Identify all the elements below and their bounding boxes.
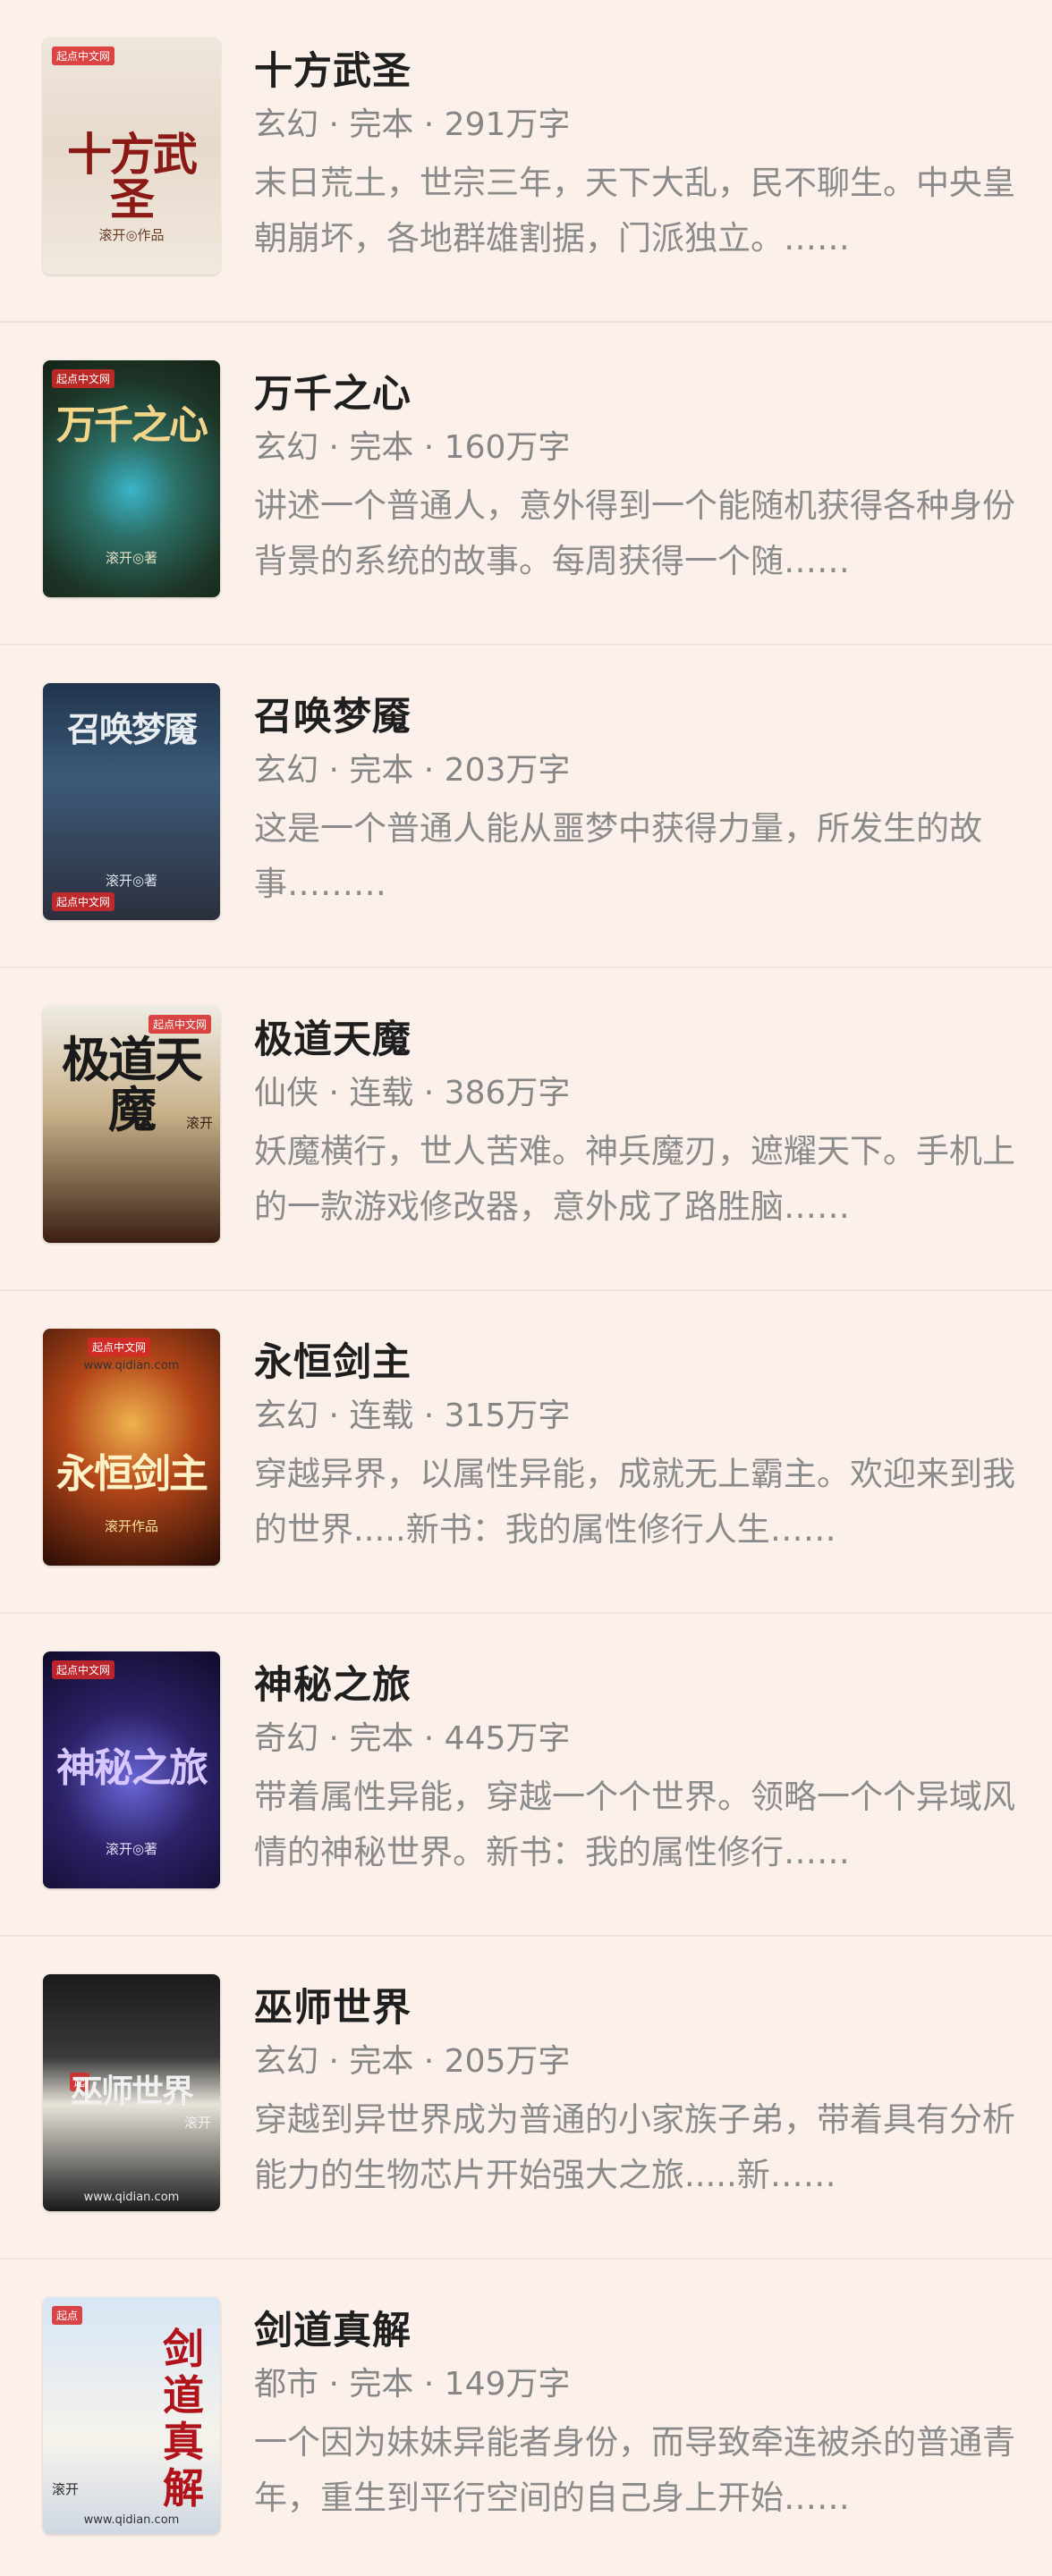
cover-site: www.qidian.com bbox=[83, 2513, 180, 2527]
book-title[interactable]: 召唤梦魇 bbox=[254, 692, 1025, 742]
book-title[interactable]: 十方武圣 bbox=[254, 46, 1025, 97]
cover-title: 召唤梦魇 bbox=[66, 708, 198, 749]
cover-title: 巫师世界 bbox=[70, 2073, 194, 2110]
book-meta: 都市 · 完本 · 149万字 bbox=[254, 2366, 571, 2403]
book-description: 带着属性异能，穿越一个个世界。领略一个个异域风情的神秘世界。新书：我的属性修行…… bbox=[254, 1778, 1015, 1871]
book-title[interactable]: 极道天魔 bbox=[254, 1015, 1025, 1065]
book-info: 永恒剑主 玄幻 · 连载 · 315万字 穿越异界，以属性异能，成就无上霸主。欢… bbox=[254, 1338, 1025, 1558]
book-meta: 奇幻 · 完本 · 445万字 bbox=[254, 1720, 571, 1757]
book-item[interactable]: 起点中文网 十方武圣 滚开◎作品 十方武圣 玄幻 · 完本 · 291万字 末日… bbox=[0, 0, 1052, 323]
book-info: 召唤梦魇 玄幻 · 完本 · 203万字 这是一个普通人能从噩梦中获得力量，所发… bbox=[254, 692, 1025, 912]
book-meta: 玄幻 · 连载 · 315万字 bbox=[254, 1398, 571, 1434]
book-cover[interactable]: 起点 剑道真解 滚开 www.qidian.com bbox=[43, 2297, 220, 2534]
cover-author: 滚开◎著 bbox=[105, 550, 158, 566]
cover-publisher-logo: 起点中文网 bbox=[52, 1660, 115, 1679]
cover-author: 滚开 bbox=[52, 2481, 80, 2497]
book-info: 极道天魔 仙侠 · 连载 · 386万字 妖魔横行，世人苦难。神兵魔刃，遮耀天下… bbox=[254, 1015, 1025, 1235]
cover-author: 滚开作品 bbox=[104, 1518, 158, 1534]
book-cover[interactable]: 起点中文网 召唤梦魇 滚开◎著 bbox=[43, 683, 220, 920]
cover-title: 十方武圣 bbox=[67, 128, 198, 225]
book-info: 神秘之旅 奇幻 · 完本 · 445万字 带着属性异能，穿越一个个世界。领略一个… bbox=[254, 1660, 1025, 1880]
cover-publisher-logo: 起点中文网 bbox=[88, 1338, 151, 1356]
book-list: 起点中文网 十方武圣 滚开◎作品 十方武圣 玄幻 · 完本 · 291万字 末日… bbox=[0, 0, 1052, 2576]
cover-title: 万千之心 bbox=[56, 401, 208, 448]
book-title[interactable]: 剑道真解 bbox=[254, 2306, 1025, 2356]
book-cover[interactable]: 起 巫师世界 滚开 www.qidian.com bbox=[43, 1974, 220, 2211]
cover-author: 滚开◎著 bbox=[105, 873, 158, 889]
cover-publisher-logo: 起点 bbox=[52, 2306, 83, 2325]
book-title[interactable]: 永恒剑主 bbox=[254, 1338, 1025, 1388]
book-description: 这是一个普通人能从噩梦中获得力量，所发生的故事……… bbox=[254, 809, 982, 903]
book-description: 一个因为妹妹异能者身份，而导致牵连被杀的普通青年，重生到平行空间的自己身上开始…… bbox=[254, 2423, 1015, 2517]
book-item[interactable]: 起点中文网 召唤梦魇 滚开◎著 召唤梦魇 玄幻 · 完本 · 203万字 这是一… bbox=[0, 646, 1052, 968]
book-title[interactable]: 万千之心 bbox=[254, 369, 1025, 419]
book-description: 讲述一个普通人，意外得到一个能随机获得各种身份背景的系统的故事。每周获得一个随…… bbox=[254, 486, 1015, 580]
book-info: 十方武圣 玄幻 · 完本 · 291万字 末日荒土，世宗三年，天下大乱，民不聊生… bbox=[254, 46, 1025, 266]
cover-site: www.qidian.com bbox=[83, 1359, 180, 1372]
book-cover[interactable]: 起点中文网 神秘之旅 滚开◎著 bbox=[43, 1651, 220, 1888]
book-item[interactable]: 起点中文网 极道天魔 滚开 极道天魔 仙侠 · 连载 · 386万字 妖魔横行，… bbox=[0, 968, 1052, 1291]
cover-author: 滚开◎作品 bbox=[98, 227, 165, 243]
book-item[interactable]: 起点中文网 神秘之旅 滚开◎著 神秘之旅 奇幻 · 完本 · 445万字 带着属… bbox=[0, 1614, 1052, 1937]
book-meta: 玄幻 · 完本 · 203万字 bbox=[254, 752, 571, 789]
cover-publisher-logo: 起点中文网 bbox=[52, 369, 115, 388]
book-cover[interactable]: 起点中文网 万千之心 滚开◎著 bbox=[43, 360, 220, 597]
book-info: 剑道真解 都市 · 完本 · 149万字 一个因为妹妹异能者身份，而导致牵连被杀… bbox=[254, 2306, 1025, 2526]
cover-site: www.qidian.com bbox=[83, 2191, 180, 2204]
book-title[interactable]: 神秘之旅 bbox=[254, 1660, 1025, 1710]
book-description: 穿越到异世界成为普通的小家族子弟，带着具有分析能力的生物芯片开始强大之旅....… bbox=[254, 2100, 1015, 2194]
book-description: 穿越异界，以属性异能，成就无上霸主。欢迎来到我的世界.....新书：我的属性修行… bbox=[254, 1455, 1015, 1549]
book-info: 巫师世界 玄幻 · 完本 · 205万字 穿越到异世界成为普通的小家族子弟，带着… bbox=[254, 1983, 1025, 2203]
cover-title: 永恒剑主 bbox=[56, 1450, 208, 1497]
book-title[interactable]: 巫师世界 bbox=[254, 1983, 1025, 2033]
cover-author: 滚开 bbox=[186, 1115, 214, 1131]
book-description: 妖魔横行，世人苦难。神兵魔刃，遮耀天下。手机上的一款游戏修改器，意外成了路胜脑…… bbox=[254, 1132, 1015, 1226]
book-info: 万千之心 玄幻 · 完本 · 160万字 讲述一个普通人，意外得到一个能随机获得… bbox=[254, 369, 1025, 589]
cover-author: 滚开 bbox=[183, 2115, 211, 2131]
cover-publisher-logo: 起点中文网 bbox=[52, 892, 115, 911]
book-description: 末日荒土，世宗三年，天下大乱，民不聊生。中央皇朝崩坏，各地群雄割据，门派独立。…… bbox=[254, 164, 1015, 258]
book-item[interactable]: 起点中文网 万千之心 滚开◎著 万千之心 玄幻 · 完本 · 160万字 讲述一… bbox=[0, 323, 1052, 646]
book-meta: 玄幻 · 完本 · 205万字 bbox=[254, 2043, 571, 2080]
book-meta: 玄幻 · 完本 · 160万字 bbox=[254, 429, 571, 466]
book-meta: 玄幻 · 完本 · 291万字 bbox=[254, 106, 571, 143]
book-cover[interactable]: 起点中文网 永恒剑主 滚开作品 www.qidian.com bbox=[43, 1329, 220, 1566]
book-meta: 仙侠 · 连载 · 386万字 bbox=[254, 1075, 571, 1111]
book-item[interactable]: 起 巫师世界 滚开 www.qidian.com 巫师世界 玄幻 · 完本 · … bbox=[0, 1937, 1052, 2259]
book-cover[interactable]: 起点中文网 十方武圣 滚开◎作品 bbox=[43, 38, 220, 274]
cover-title: 神秘之旅 bbox=[56, 1745, 208, 1791]
cover-author: 滚开◎著 bbox=[105, 1841, 158, 1857]
cover-title: 剑道真解 bbox=[163, 2324, 204, 2513]
book-item[interactable]: 起点中文网 永恒剑主 滚开作品 www.qidian.com 永恒剑主 玄幻 ·… bbox=[0, 1291, 1052, 1614]
cover-publisher-logo: 起点中文网 bbox=[52, 46, 115, 65]
book-item[interactable]: 起点 剑道真解 滚开 www.qidian.com 剑道真解 都市 · 完本 ·… bbox=[0, 2259, 1052, 2576]
book-cover[interactable]: 起点中文网 极道天魔 滚开 bbox=[43, 1006, 220, 1243]
